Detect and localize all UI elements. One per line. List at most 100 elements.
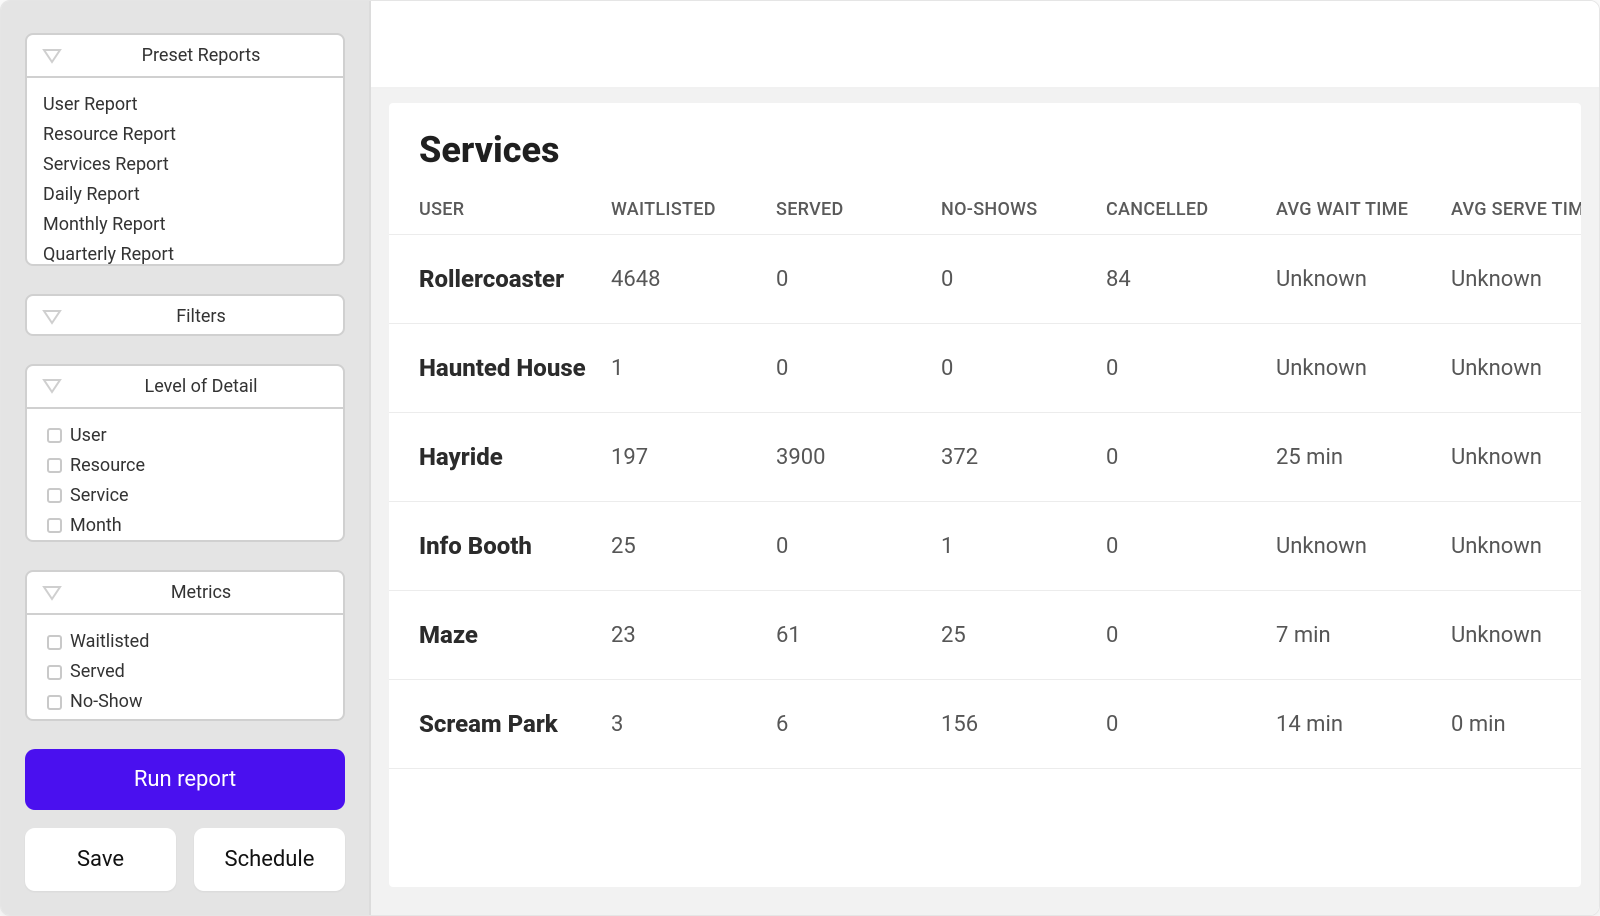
cell-avg-serve: Unknown (1439, 324, 1581, 413)
cell-cancelled: 84 (1094, 235, 1264, 324)
cell-avg-serve: 0 min (1439, 680, 1581, 769)
cell-avg-wait: 25 min (1264, 413, 1439, 502)
panel-header-preset-reports[interactable]: Preset Reports (27, 35, 343, 78)
cell-served: 0 (764, 324, 929, 413)
cell-avg-serve: Unknown (1439, 502, 1581, 591)
checkbox-label: User (70, 423, 107, 449)
table-header-row: USER WAITLISTED SERVED NO-SHOWS CANCELLE… (389, 189, 1581, 235)
table-row[interactable]: Scream Park 3 6 156 0 14 min 0 min (389, 680, 1581, 769)
checkbox-service[interactable]: Service (47, 483, 327, 509)
sidebar-actions: Run report Save Schedule (25, 749, 345, 891)
cell-avg-wait: 7 min (1264, 591, 1439, 680)
checkbox-label: Resource (70, 453, 145, 479)
report-title: Services (389, 103, 1581, 189)
panel-title: Filters (73, 306, 329, 327)
cell-avg-wait: 14 min (1264, 680, 1439, 769)
checkbox-label: Service (70, 483, 129, 509)
cell-served: 0 (764, 235, 929, 324)
cell-avg-wait: Unknown (1264, 502, 1439, 591)
cell-cancelled: 0 (1094, 502, 1264, 591)
panel-header-metrics[interactable]: Metrics (27, 572, 343, 615)
cell-avg-serve: Unknown (1439, 235, 1581, 324)
cell-avg-wait: Unknown (1264, 235, 1439, 324)
cell-name: Hayride (389, 413, 599, 502)
topbar (371, 1, 1599, 89)
cell-waitlisted: 197 (599, 413, 764, 502)
save-button[interactable]: Save (25, 828, 176, 891)
col-no-shows[interactable]: NO-SHOWS (929, 189, 1094, 235)
table-row[interactable]: Maze 23 61 25 0 7 min Unknown (389, 591, 1581, 680)
checkbox-box-icon (47, 488, 62, 503)
cell-served: 61 (764, 591, 929, 680)
cell-waitlisted: 23 (599, 591, 764, 680)
cell-avg-serve: Unknown (1439, 413, 1581, 502)
table-row[interactable]: Haunted House 1 0 0 0 Unknown Unknown (389, 324, 1581, 413)
preset-item-daily-report[interactable]: Daily Report (43, 182, 327, 208)
checkbox-box-icon (47, 695, 62, 710)
cell-no-shows: 1 (929, 502, 1094, 591)
chevron-down-icon (41, 584, 63, 602)
cell-no-shows: 0 (929, 324, 1094, 413)
checkbox-box-icon (47, 428, 62, 443)
level-of-detail-list: User Resource Service Month (43, 423, 327, 539)
preset-item-user-report[interactable]: User Report (43, 92, 327, 118)
app-root: Preset Reports User Report Resource Repo… (0, 0, 1600, 916)
checkbox-box-icon (47, 665, 62, 680)
checkbox-no-show[interactable]: No-Show (47, 689, 327, 715)
chevron-down-icon (41, 377, 63, 395)
schedule-button[interactable]: Schedule (194, 828, 345, 891)
cell-no-shows: 25 (929, 591, 1094, 680)
cell-served: 6 (764, 680, 929, 769)
panel-title: Metrics (73, 582, 329, 603)
level-of-detail-body: User Resource Service Month (27, 409, 343, 542)
panel-header-level-of-detail[interactable]: Level of Detail (27, 366, 343, 409)
secondary-actions-row: Save Schedule (25, 828, 345, 891)
cell-no-shows: 372 (929, 413, 1094, 502)
services-table: USER WAITLISTED SERVED NO-SHOWS CANCELLE… (389, 189, 1581, 769)
preset-item-monthly-report[interactable]: Monthly Report (43, 212, 327, 238)
checkbox-served[interactable]: Served (47, 659, 327, 685)
cell-avg-wait: Unknown (1264, 324, 1439, 413)
cell-waitlisted: 4648 (599, 235, 764, 324)
table-row[interactable]: Rollercoaster 4648 0 0 84 Unknown Unknow… (389, 235, 1581, 324)
cell-cancelled: 0 (1094, 591, 1264, 680)
col-waitlisted[interactable]: WAITLISTED (599, 189, 764, 235)
preset-item-quarterly-report[interactable]: Quarterly Report (43, 242, 327, 266)
checkbox-waitlisted[interactable]: Waitlisted (47, 629, 327, 655)
panel-header-filters[interactable]: Filters (27, 296, 343, 335)
cell-waitlisted: 3 (599, 680, 764, 769)
report-card: Services USER WAITLISTED SERVED NO-SHOWS (389, 103, 1581, 887)
preset-item-services-report[interactable]: Services Report (43, 152, 327, 178)
col-served[interactable]: SERVED (764, 189, 929, 235)
col-avg-serve-time[interactable]: AVG SERVE TIME (1439, 189, 1581, 235)
cell-name: Rollercoaster (389, 235, 599, 324)
main: Services USER WAITLISTED SERVED NO-SHOWS (371, 1, 1599, 915)
checkbox-user[interactable]: User (47, 423, 327, 449)
col-user[interactable]: USER (389, 189, 599, 235)
preset-reports-body: User Report Resource Report Services Rep… (27, 78, 343, 266)
panel-preset-reports: Preset Reports User Report Resource Repo… (25, 33, 345, 266)
cell-waitlisted: 1 (599, 324, 764, 413)
panel-level-of-detail: Level of Detail User Resource Service Mo… (25, 364, 345, 542)
table-row[interactable]: Hayride 197 3900 372 0 25 min Unknown (389, 413, 1581, 502)
panel-filters: Filters (25, 294, 345, 335)
chevron-down-icon (41, 308, 63, 326)
checkbox-resource[interactable]: Resource (47, 453, 327, 479)
cell-cancelled: 0 (1094, 324, 1264, 413)
cell-served: 0 (764, 502, 929, 591)
table-head: USER WAITLISTED SERVED NO-SHOWS CANCELLE… (389, 189, 1581, 235)
preset-item-resource-report[interactable]: Resource Report (43, 122, 327, 148)
sidebar: Preset Reports User Report Resource Repo… (1, 1, 371, 915)
table-row[interactable]: Info Booth 25 0 1 0 Unknown Unknown (389, 502, 1581, 591)
run-report-button[interactable]: Run report (25, 749, 345, 810)
checkbox-month[interactable]: Month (47, 513, 327, 539)
col-avg-wait-time[interactable]: AVG WAIT TIME (1264, 189, 1439, 235)
cell-cancelled: 0 (1094, 680, 1264, 769)
checkbox-label: Served (70, 659, 125, 685)
cell-name: Maze (389, 591, 599, 680)
cell-name: Scream Park (389, 680, 599, 769)
table-scroll[interactable]: USER WAITLISTED SERVED NO-SHOWS CANCELLE… (389, 189, 1581, 887)
col-cancelled[interactable]: CANCELLED (1094, 189, 1264, 235)
panel-title: Level of Detail (73, 376, 329, 397)
chevron-down-icon (41, 47, 63, 65)
